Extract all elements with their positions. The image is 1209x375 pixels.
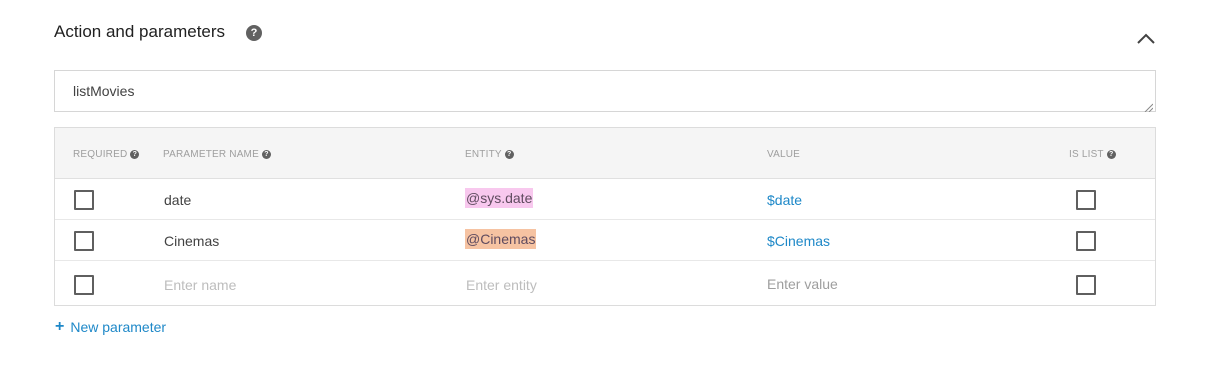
help-icon[interactable]: ?: [246, 25, 262, 41]
resize-handle-icon[interactable]: [1143, 99, 1154, 113]
required-checkbox[interactable]: [74, 190, 94, 210]
header-required: REQUIRED ?: [73, 149, 140, 160]
table-header: REQUIRED ? PARAMETER NAME ? ENTITY ? VAL…: [55, 128, 1155, 179]
entity-cell[interactable]: @sys.date: [465, 188, 534, 208]
action-and-parameters-section: Action and parameters ? REQUIRED ? PARAM…: [0, 0, 1209, 375]
is-list-checkbox[interactable]: [1076, 231, 1096, 251]
parameter-name[interactable]: Cinemas: [164, 233, 219, 249]
new-parameter-row: Enter name Enter entity Enter value: [55, 261, 1155, 305]
new-parameter-button[interactable]: + New parameter: [55, 318, 166, 336]
is-list-checkbox[interactable]: [1076, 275, 1096, 295]
chevron-up-icon[interactable]: [1134, 28, 1158, 48]
new-parameter-label: New parameter: [70, 319, 167, 335]
action-input[interactable]: [73, 83, 1073, 99]
parameters-table: REQUIRED ? PARAMETER NAME ? ENTITY ? VAL…: [54, 127, 1156, 306]
help-icon[interactable]: ?: [130, 150, 140, 159]
action-field[interactable]: [54, 70, 1156, 113]
name-input[interactable]: Enter name: [164, 277, 236, 293]
entity-input[interactable]: Enter entity: [466, 277, 537, 293]
required-checkbox[interactable]: [74, 275, 94, 295]
parameter-value[interactable]: $Cinemas: [767, 233, 830, 249]
entity-tag[interactable]: @sys.date: [465, 188, 534, 208]
header-is-list: IS LIST ?: [1069, 149, 1116, 160]
section-title: Action and parameters: [54, 22, 226, 41]
parameter-name[interactable]: date: [164, 192, 191, 208]
parameter-value[interactable]: $date: [767, 192, 802, 208]
value-input[interactable]: Enter value: [767, 276, 838, 292]
header-value: VALUE: [767, 149, 801, 160]
header-parameter-name: PARAMETER NAME ?: [163, 149, 271, 160]
help-icon[interactable]: ?: [1106, 150, 1116, 159]
entity-tag[interactable]: @Cinemas: [465, 229, 537, 249]
table-row: date @sys.date $date: [55, 179, 1155, 220]
required-checkbox[interactable]: [74, 231, 94, 251]
header-entity: ENTITY ?: [465, 149, 514, 160]
help-icon[interactable]: ?: [504, 150, 514, 159]
entity-cell[interactable]: @Cinemas: [465, 229, 537, 249]
help-icon[interactable]: ?: [261, 150, 271, 159]
is-list-checkbox[interactable]: [1076, 190, 1096, 210]
table-row: Cinemas @Cinemas $Cinemas: [55, 220, 1155, 261]
plus-icon: +: [55, 318, 65, 335]
